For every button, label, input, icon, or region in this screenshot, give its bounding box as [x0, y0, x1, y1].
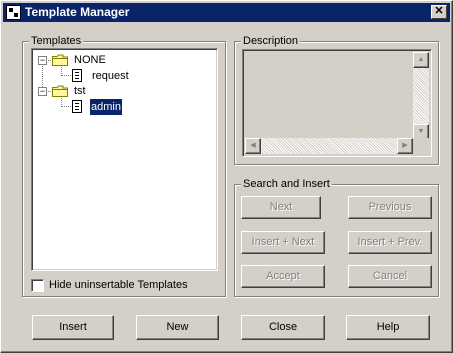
- window-close-button[interactable]: ✕: [431, 5, 447, 19]
- folder-open-icon: [52, 54, 68, 66]
- tree-node-label: tst: [74, 85, 86, 97]
- tree-node-label: NONE: [74, 54, 106, 66]
- cancel-button[interactable]: Cancel: [348, 265, 432, 288]
- tree-node-admin[interactable]: admin: [32, 98, 212, 116]
- title-bar[interactable]: Template Manager ✕: [3, 3, 450, 22]
- collapse-icon[interactable]: −: [38, 56, 47, 65]
- description-group-label: Description: [241, 35, 301, 47]
- insert-next-button[interactable]: Insert + Next: [241, 231, 325, 254]
- document-icon: [72, 69, 82, 82]
- description-textarea[interactable]: ▲ ▼ ◀ ▶: [242, 49, 432, 157]
- templates-group-label: Templates: [29, 35, 84, 47]
- templates-tree[interactable]: − NONE request − tst admin: [31, 48, 218, 271]
- tree-node-tst[interactable]: − tst: [32, 83, 212, 99]
- help-button[interactable]: Help: [346, 315, 430, 340]
- insert-button[interactable]: Insert: [32, 315, 114, 340]
- hide-uninsertable-checkbox[interactable]: [31, 279, 44, 292]
- new-button[interactable]: New: [136, 315, 219, 340]
- previous-button[interactable]: Previous: [348, 196, 432, 219]
- description-hscroll-track[interactable]: [245, 138, 413, 154]
- tree-node-label-selected: admin: [89, 98, 123, 116]
- scroll-corner: [413, 138, 429, 154]
- accept-button[interactable]: Accept: [241, 265, 325, 288]
- document-icon: [72, 100, 82, 113]
- tree-node-label: request: [92, 70, 129, 82]
- tree-node-none[interactable]: − NONE: [32, 52, 212, 68]
- folder-open-icon: [52, 85, 68, 97]
- close-button[interactable]: Close: [241, 315, 325, 340]
- window-title: Template Manager: [25, 5, 130, 19]
- next-button[interactable]: Next: [241, 196, 321, 219]
- scroll-right-icon[interactable]: ▶: [397, 138, 413, 154]
- scroll-left-icon[interactable]: ◀: [245, 138, 261, 154]
- hide-uninsertable-label[interactable]: Hide uninsertable Templates: [49, 279, 188, 292]
- template-manager-window: Template Manager ✕ Templates − NONE requ…: [0, 0, 453, 353]
- tree-node-request[interactable]: request: [32, 68, 212, 84]
- scroll-up-icon[interactable]: ▲: [413, 52, 429, 68]
- search-insert-group-label: Search and Insert: [241, 178, 332, 190]
- template-manager-icon: [6, 5, 21, 20]
- collapse-icon[interactable]: −: [38, 87, 47, 96]
- insert-prev-button[interactable]: Insert + Prev.: [348, 231, 432, 254]
